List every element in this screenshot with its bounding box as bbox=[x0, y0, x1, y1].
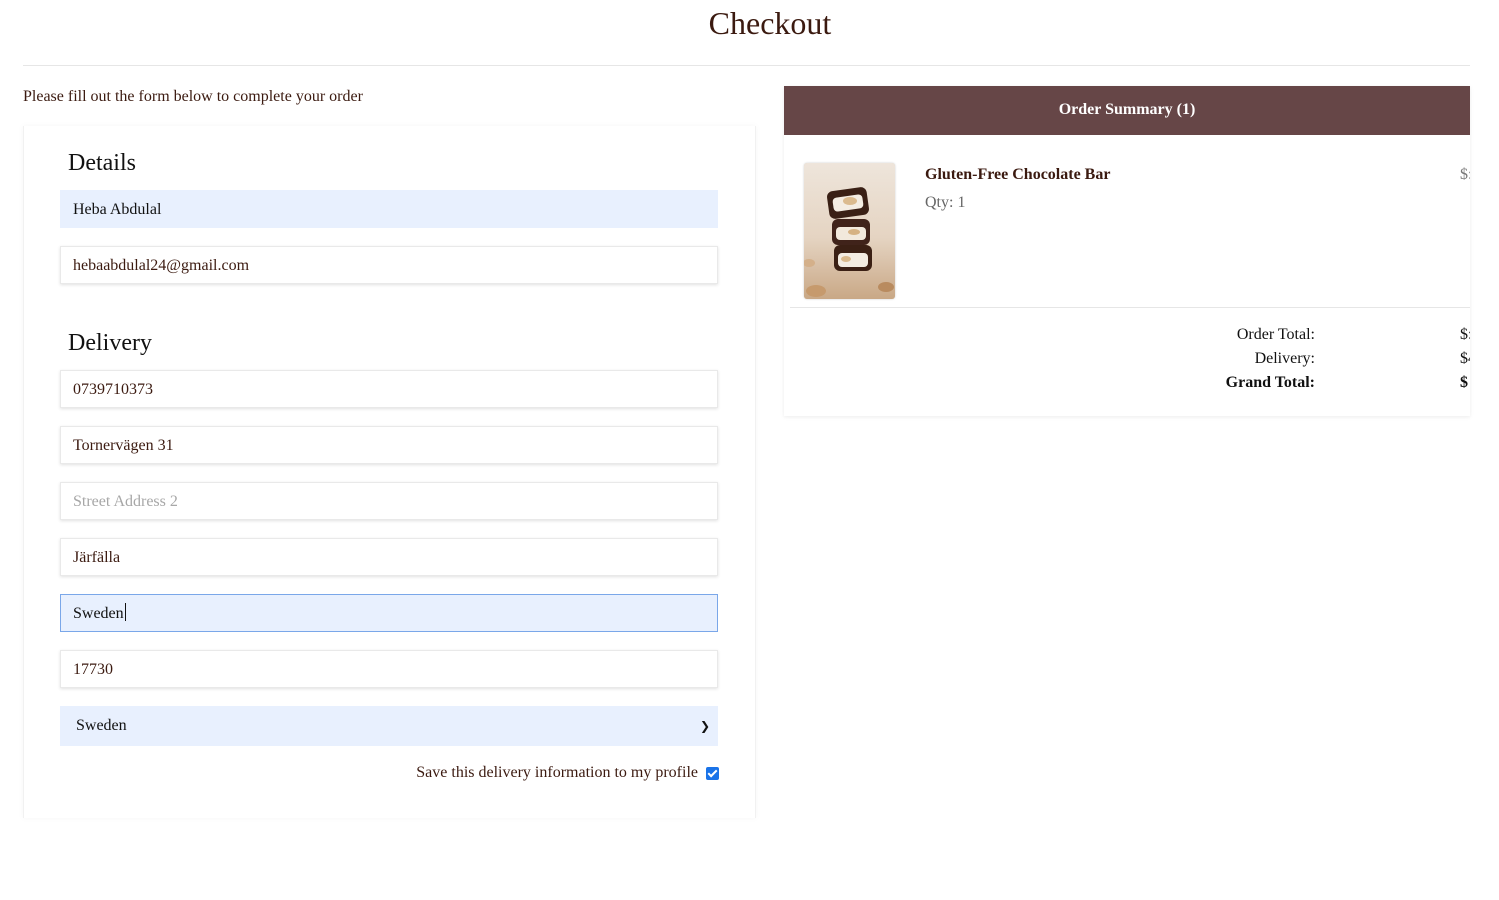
order-total-value: $: bbox=[1460, 326, 1470, 343]
postcode-input[interactable]: 17730 bbox=[60, 650, 718, 688]
county-input[interactable]: Sweden bbox=[60, 594, 718, 632]
order-total-label: Order Total: bbox=[1236, 326, 1315, 343]
grand-total-label: Grand Total: bbox=[1225, 374, 1315, 391]
save-info-label: Save this delivery information to my pro… bbox=[416, 764, 698, 781]
country-select[interactable]: Sweden ❯ bbox=[60, 706, 718, 746]
summary-divider bbox=[790, 307, 1470, 308]
town-city-input[interactable]: Järfälla bbox=[60, 538, 718, 576]
save-info-row: Save this delivery information to my pro… bbox=[416, 764, 719, 782]
street-address2-input[interactable]: Street Address 2 bbox=[60, 482, 718, 520]
page-title: Checkout bbox=[708, 5, 832, 41]
product-qty: Qty: 1 bbox=[925, 194, 966, 211]
product-name: Gluten-Free Chocolate Bar bbox=[925, 166, 1111, 183]
delivery-label: Delivery: bbox=[1254, 350, 1315, 367]
county-value: Sweden bbox=[73, 605, 124, 622]
email-input[interactable]: hebaabdulal24@gmail.com bbox=[60, 246, 718, 284]
street-address1-input[interactable]: Tornervägen 31 bbox=[60, 426, 718, 464]
checkout-form: Details Heba Abdulal hebaabdulal24@gmail… bbox=[23, 126, 756, 818]
product-image bbox=[804, 163, 895, 299]
intro-text: Please fill out the form below to comple… bbox=[23, 88, 363, 105]
checkout-page: Checkout Please fill out the form below … bbox=[0, 0, 1499, 900]
save-info-checkbox[interactable] bbox=[706, 766, 719, 780]
delivery-value: $4 bbox=[1460, 350, 1470, 367]
title-divider bbox=[23, 65, 1470, 66]
details-heading: Details bbox=[68, 150, 136, 176]
phone-input[interactable]: 0739710373 bbox=[60, 370, 718, 408]
full-name-input[interactable]: Heba Abdulal bbox=[60, 190, 718, 228]
country-select-value: Sweden bbox=[76, 717, 127, 734]
product-price: $: bbox=[1460, 166, 1470, 183]
order-summary-header: Order Summary (1) bbox=[784, 86, 1470, 135]
text-caret bbox=[124, 603, 126, 621]
delivery-heading: Delivery bbox=[68, 330, 152, 356]
order-summary: Order Summary (1) Gluten-Free Chocolate … bbox=[784, 86, 1470, 416]
grand-total-value: $ bbox=[1460, 374, 1468, 391]
chocolate-bar-image-icon bbox=[804, 163, 895, 299]
chevron-down-icon: ❯ bbox=[699, 719, 710, 733]
